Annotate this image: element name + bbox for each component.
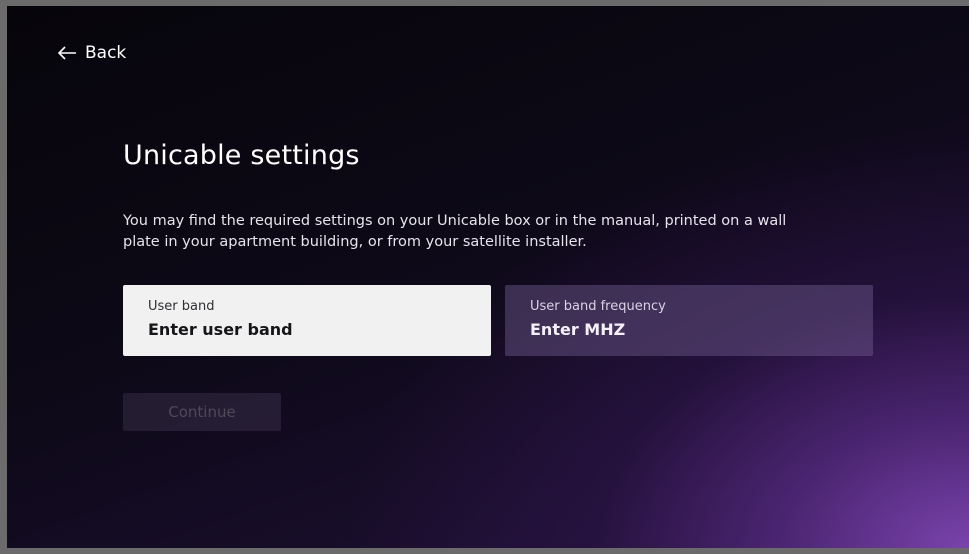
user-band-frequency-label: User band frequency [530, 299, 666, 314]
user-band-frequency-field[interactable]: User band frequency Enter MHZ [505, 285, 873, 356]
back-label: Back [85, 43, 127, 63]
user-band-label: User band [148, 299, 215, 314]
page-description: You may find the required settings on yo… [123, 213, 787, 250]
user-band-frequency-input[interactable]: Enter MHZ [530, 320, 848, 339]
back-button[interactable]: Back [57, 43, 126, 63]
page-title: Unicable settings [123, 140, 360, 171]
user-band-input[interactable]: Enter user band [148, 320, 466, 339]
continue-button[interactable]: Continue [123, 393, 281, 431]
user-band-field[interactable]: User band Enter user band [123, 285, 491, 356]
arrow-left-icon [57, 46, 76, 60]
unicable-settings-screen: Back Unicable settings You may find the … [7, 6, 969, 548]
